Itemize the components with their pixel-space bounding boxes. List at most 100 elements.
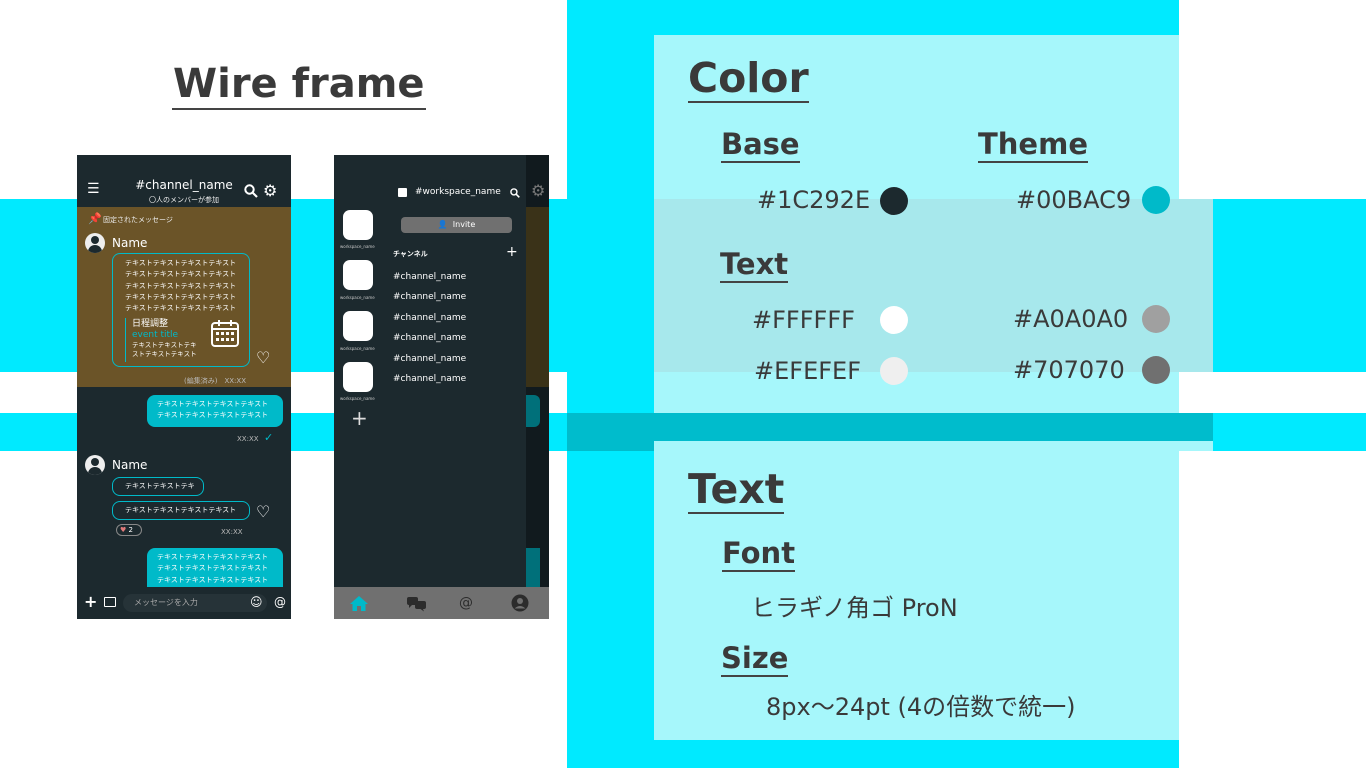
message-line: テキストテキストテキストテキスト — [157, 411, 269, 420]
mention-icon[interactable]: @ — [459, 595, 473, 611]
invite-button[interactable]: 👤 Invite — [401, 217, 512, 233]
user-name: Name — [112, 458, 148, 472]
message-line: テキストテキストテキストテキスト — [157, 553, 269, 561]
theme-color-hex: #00BAC9 — [1016, 186, 1132, 214]
message-line: テキストテキストテキストテキスト — [157, 575, 269, 584]
message-line: テキストテキストテキストテキスト — [157, 564, 269, 573]
size-value: 8px〜24pt (4の倍数で統一) — [766, 693, 1076, 721]
gear-icon: ⚙ — [531, 181, 546, 200]
workspace-tile[interactable] — [343, 311, 373, 341]
mention-icon[interactable]: @ — [274, 595, 286, 609]
text-color-swatch — [1142, 356, 1170, 384]
pin-icon: 📌 — [88, 212, 102, 225]
pinned-label: 固定されたメッセージ — [103, 216, 173, 224]
workspace-tile[interactable] — [343, 362, 373, 392]
reaction-count: 2 — [128, 526, 133, 534]
workspace-label: workspace_name — [340, 244, 375, 249]
home-icon[interactable] — [349, 595, 369, 612]
gear-icon[interactable]: ⚙ — [263, 181, 277, 200]
message-line: テキストテキストテキ — [125, 482, 195, 490]
drawer-screen-mockup: ⚙ workspace_name workspace_name workspac… — [334, 155, 549, 619]
add-reaction-icon[interactable]: ♡ — [256, 348, 270, 367]
theme-heading: Theme — [978, 127, 1088, 163]
channel-item[interactable]: #channel_name — [393, 272, 466, 282]
add-workspace-icon[interactable]: + — [351, 406, 368, 430]
workspace-checkbox[interactable] — [398, 188, 407, 197]
dimmed-chat: ⚙ — [526, 155, 549, 587]
message-line: テキストテキストテキストテキスト — [125, 304, 237, 313]
workspace-tile[interactable] — [343, 260, 373, 290]
text-card-band — [1179, 441, 1213, 451]
channel-item[interactable]: #channel_name — [393, 354, 466, 364]
add-person-icon: 👤 — [437, 220, 448, 229]
theme-color-swatch — [1142, 186, 1170, 214]
text-color-swatch — [880, 306, 908, 334]
event-detail: ストテキストテキスト — [132, 350, 197, 358]
channel-item[interactable]: #channel_name — [393, 292, 466, 302]
channel-item[interactable]: #channel_name — [393, 313, 466, 323]
avatar[interactable] — [85, 455, 105, 475]
channel-name: #channel_name — [135, 178, 233, 192]
plus-icon[interactable]: + — [84, 592, 97, 611]
color-heading: Color — [688, 54, 809, 103]
chat-header: ☰ #channel_name 〇人のメンバーが参加 ⚙ — [77, 155, 291, 207]
text-color-hex: #A0A0A0 — [1013, 305, 1129, 333]
user-name: Name — [112, 236, 148, 250]
text-color-swatch — [880, 357, 908, 385]
message-line: テキストテキストテキストテキスト — [125, 281, 237, 290]
add-channel-icon[interactable]: + — [506, 244, 518, 260]
calendar-icon — [211, 320, 239, 347]
wireframe-title: Wire frame — [172, 62, 426, 110]
font-heading: Font — [722, 536, 796, 572]
workspace-label: workspace_name — [340, 396, 375, 401]
invite-label: Invite — [452, 220, 476, 229]
heart-icon: ♥ — [120, 526, 127, 534]
workspace-name: #workspace_name — [415, 187, 501, 197]
profile-icon[interactable] — [511, 594, 529, 612]
text-color-heading: Text — [720, 247, 789, 283]
message-composer: + メッセージを入力 ☺ @ — [77, 587, 291, 619]
workspace-switcher: workspace_name workspace_name workspace_… — [334, 155, 385, 587]
member-count: 〇人のメンバーが参加 — [149, 196, 219, 204]
message-line: テキストテキストテキストテキスト — [125, 259, 237, 267]
text-color-hex: #707070 — [1013, 356, 1125, 384]
search-icon[interactable] — [244, 184, 258, 198]
message-line: テキストテキストテキストテキスト — [125, 270, 237, 279]
base-heading: Base — [721, 127, 800, 163]
text-color-hex: #EFEFEF — [754, 357, 862, 385]
add-reaction-icon[interactable]: ♡ — [256, 502, 270, 521]
chat-bubbles-icon[interactable] — [406, 596, 428, 612]
text-color-hex: #FFFFFF — [752, 306, 855, 334]
workspace-tile[interactable] — [343, 210, 373, 240]
workspace-label: workspace_name — [340, 295, 375, 300]
message-time: XX:XX — [221, 528, 243, 536]
avatar[interactable] — [85, 233, 105, 253]
pinned-message-bubble[interactable]: テキストテキストテキストテキスト テキストテキストテキストテキスト テキストテキ… — [112, 253, 250, 367]
edited-label: (編集済み) XX:XX — [184, 377, 247, 385]
text-section-heading: Text — [688, 465, 785, 514]
emoji-icon[interactable]: ☺ — [250, 595, 263, 609]
image-icon[interactable] — [104, 597, 116, 607]
channel-item[interactable]: #channel_name — [393, 374, 466, 384]
reaction-chip[interactable]: ♥ 2 — [116, 524, 142, 536]
read-check-icon: ✓ — [264, 431, 274, 444]
color-card-band — [654, 199, 1213, 372]
workspace-label: workspace_name — [340, 346, 375, 351]
long-message-bubble[interactable]: テキストテキストテキストテキスト — [112, 501, 250, 520]
message-time: XX:XX — [237, 435, 259, 443]
sent-message-bubble[interactable]: テキストテキストテキストテキスト テキストテキストテキストテキスト — [147, 395, 283, 427]
message-line: テキストテキストテキストテキスト — [125, 292, 237, 301]
font-name: ヒラギノ角ゴ ProN — [751, 594, 958, 622]
chat-screen-mockup: ☰ #channel_name 〇人のメンバーが参加 ⚙ 📌 固定されたメッセー… — [77, 155, 291, 619]
search-icon[interactable] — [510, 188, 520, 198]
message-input[interactable]: メッセージを入力 — [123, 594, 267, 612]
size-heading: Size — [721, 641, 789, 677]
bottom-tab-bar: @ — [334, 587, 549, 619]
text-color-swatch — [1142, 305, 1170, 333]
channel-item[interactable]: #channel_name — [393, 333, 466, 343]
short-message-bubble[interactable]: テキストテキストテキ — [112, 477, 204, 496]
base-color-swatch — [880, 187, 908, 215]
event-card[interactable]: 日程調整 event title テキストテキストテキ ストテキストテキスト — [125, 318, 243, 362]
message-line: テキストテキストテキストテキスト — [125, 506, 237, 514]
base-color-hex: #1C292E — [757, 186, 871, 214]
